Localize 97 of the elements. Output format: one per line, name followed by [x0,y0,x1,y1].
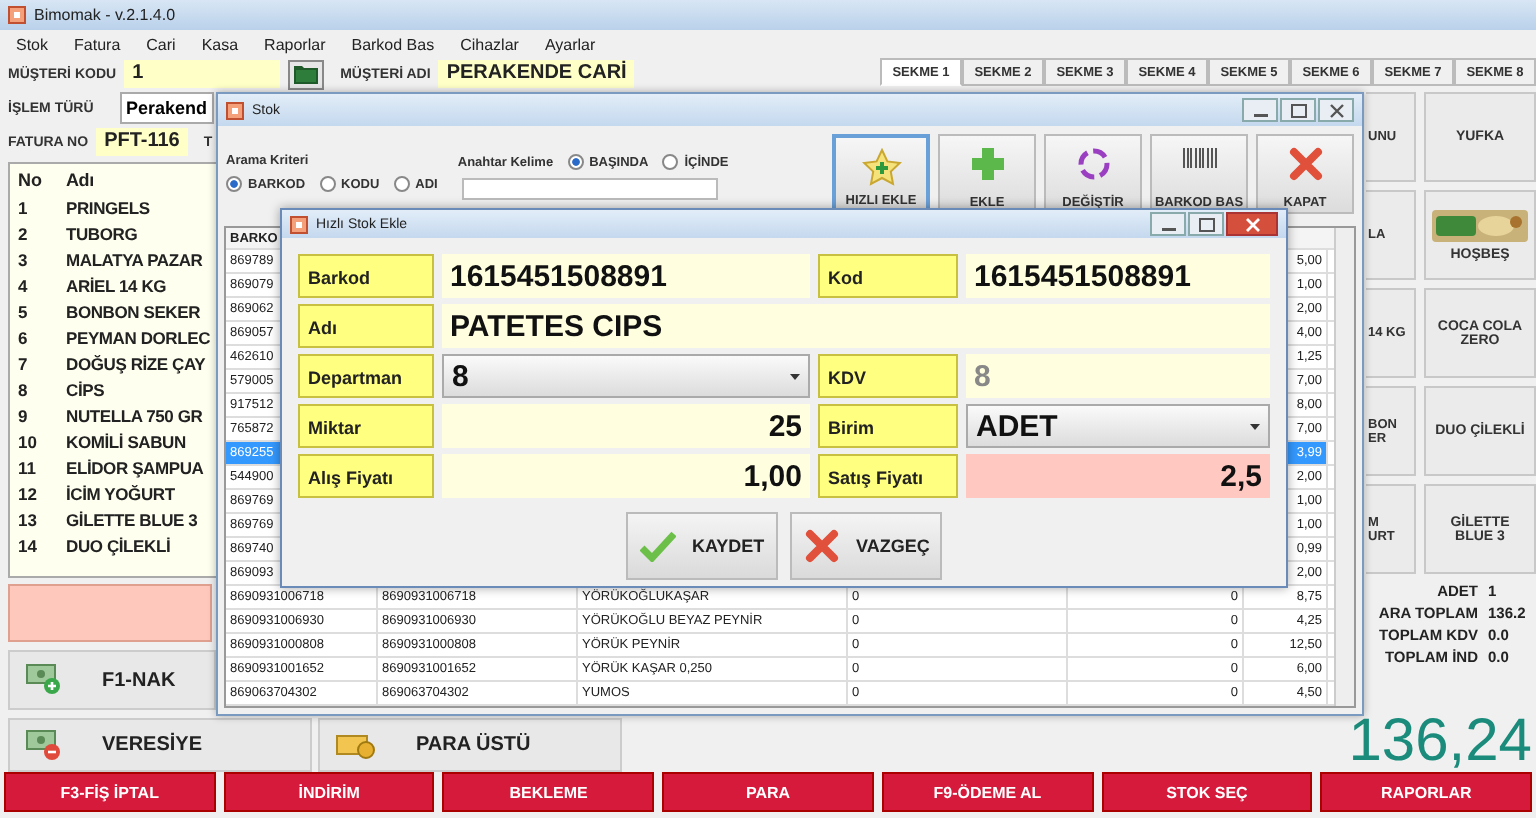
menu-item[interactable]: Kasa [201,35,239,53]
action-button[interactable]: F3-FİŞ İPTAL [4,772,216,812]
table-cell: NUTELLA 750 GR [66,405,203,426]
cash-icon [26,729,62,762]
plus-icon [969,146,1005,182]
check-icon [640,530,676,562]
payment-button[interactable]: VERESİYE [8,718,312,773]
table-cell-text: 11 [16,457,38,478]
dropdown[interactable]: ADET [966,404,1270,448]
action-button[interactable]: İNDİRİM [223,772,435,812]
input-field[interactable]: 25 [442,404,810,448]
input-field[interactable]: 1,00 [442,454,810,498]
search-field[interactable] [461,178,718,200]
field-label: Miktar [298,404,434,448]
table-cell: CİPS [66,379,105,400]
menu-item[interactable]: Fatura [74,35,121,53]
table-cell: ELİDOR ŞAMPUA [66,457,204,478]
folder-button[interactable] [288,59,325,90]
dropdown[interactable]: 8 [442,354,810,398]
input-field[interactable]: 2,5 [966,454,1270,498]
grand-total: 136,24 [1348,712,1532,772]
table-cell: KOMİLİ SABUN [66,431,186,452]
field-label: Alış Fiyatı [298,454,434,498]
menu-item[interactable]: Raporlar [264,35,326,53]
table-cell-text: 7 [16,353,30,374]
barcode-icon [1181,146,1217,170]
table-cell-text: 1 [16,197,30,218]
table-cell-text: 6 [16,327,30,348]
action-button[interactable]: BEKLEME [442,772,655,812]
maximize-icon[interactable] [1280,98,1316,122]
caret-icon [790,373,800,379]
menu-item[interactable]: Barkod Bas [351,35,435,53]
table-cell: GİLETTE BLUE 3 [66,509,198,530]
menu-item[interactable]: Cihazlar [460,35,519,53]
table-cell-text: 14 [16,535,39,556]
app-icon [226,101,244,119]
menu-item[interactable]: Ayarlar [544,35,596,53]
star-icon [861,148,901,188]
input-field[interactable]: 1615451508891 [442,254,810,298]
column-header: Adı [66,169,94,190]
action-button[interactable]: F9-ÖDEME AL [881,772,1094,812]
table-cell: MALATYA PAZAR [66,249,203,270]
circle-arrows-icon [1075,146,1111,182]
input-field[interactable]: 1615451508891 [966,254,1270,298]
table-cell-text: 9 [16,405,30,426]
table-cell-text: 13 [16,509,39,530]
field-label: Birim [818,404,958,448]
maximize-icon[interactable] [1188,212,1224,236]
table-cell-text: 5 [16,301,30,322]
field-label: Departman [298,354,434,398]
input-field: PFT-116 [96,128,188,157]
close-icon [804,528,840,564]
app-icon [290,215,308,233]
banknote-icon [336,731,376,760]
scrollbar[interactable] [1334,228,1354,706]
save-button[interactable]: KAYDET [626,512,778,580]
close-icon[interactable] [1318,98,1354,122]
minimize-icon[interactable] [1242,98,1278,122]
table-cell: DUO ÇİLEKLİ [66,535,171,556]
payment-button[interactable]: F1-NAK [8,650,216,711]
payment-button[interactable]: PARA ÜSTÜ [318,718,622,773]
table-cell-text: 8 [16,379,30,400]
window-title: Bimomak - v.2.1.4.0 [34,6,176,24]
table-cell: ARİEL 14 KG [66,275,167,296]
cash-icon [26,664,62,697]
table-cell: TUBORG [66,223,138,244]
table-cell-text: 4 [16,275,30,296]
field-label: Satış Fiyatı [818,454,958,498]
table-cell-text: 12 [16,483,39,504]
table-cell: DOĞUŞ RİZE ÇAY [66,353,206,374]
field-label: Adı [298,304,434,348]
table-cell: PRINGELS [66,197,150,218]
action-button[interactable]: PARA [662,772,874,812]
field-label: Kod [818,254,958,298]
table-cell-text: 2 [16,223,30,244]
close-icon[interactable] [1226,212,1278,236]
table-cell-text: 10 [16,431,39,452]
input-field: PERAKENDE CARİ [438,60,635,89]
menu-item[interactable]: Stok [16,35,49,53]
table-cell-text: 3 [16,249,30,270]
dropdown[interactable]: Perakend [120,92,214,125]
action-button[interactable]: RAPORLAR [1320,772,1533,812]
field-label: KDV [818,354,958,398]
minimize-icon[interactable] [1150,212,1186,236]
menu-item[interactable]: Cari [146,35,176,53]
field-label: Barkod [298,254,434,298]
close-icon [1287,146,1323,182]
app-icon [8,6,26,24]
column-header: No [16,169,44,190]
action-button[interactable]: STOK SEÇ [1101,772,1313,812]
table-cell: BONBON SEKER [66,301,201,322]
table-cell: İCİM YOĞURT [66,483,175,504]
cancel-button[interactable]: VAZGEÇ [790,512,942,580]
table-cell: PEYMAN DORLEC [66,327,211,348]
input-field[interactable]: PATETES CIPS [442,304,1270,348]
input-field[interactable]: 1 [124,60,281,89]
caret-icon [1250,423,1260,429]
